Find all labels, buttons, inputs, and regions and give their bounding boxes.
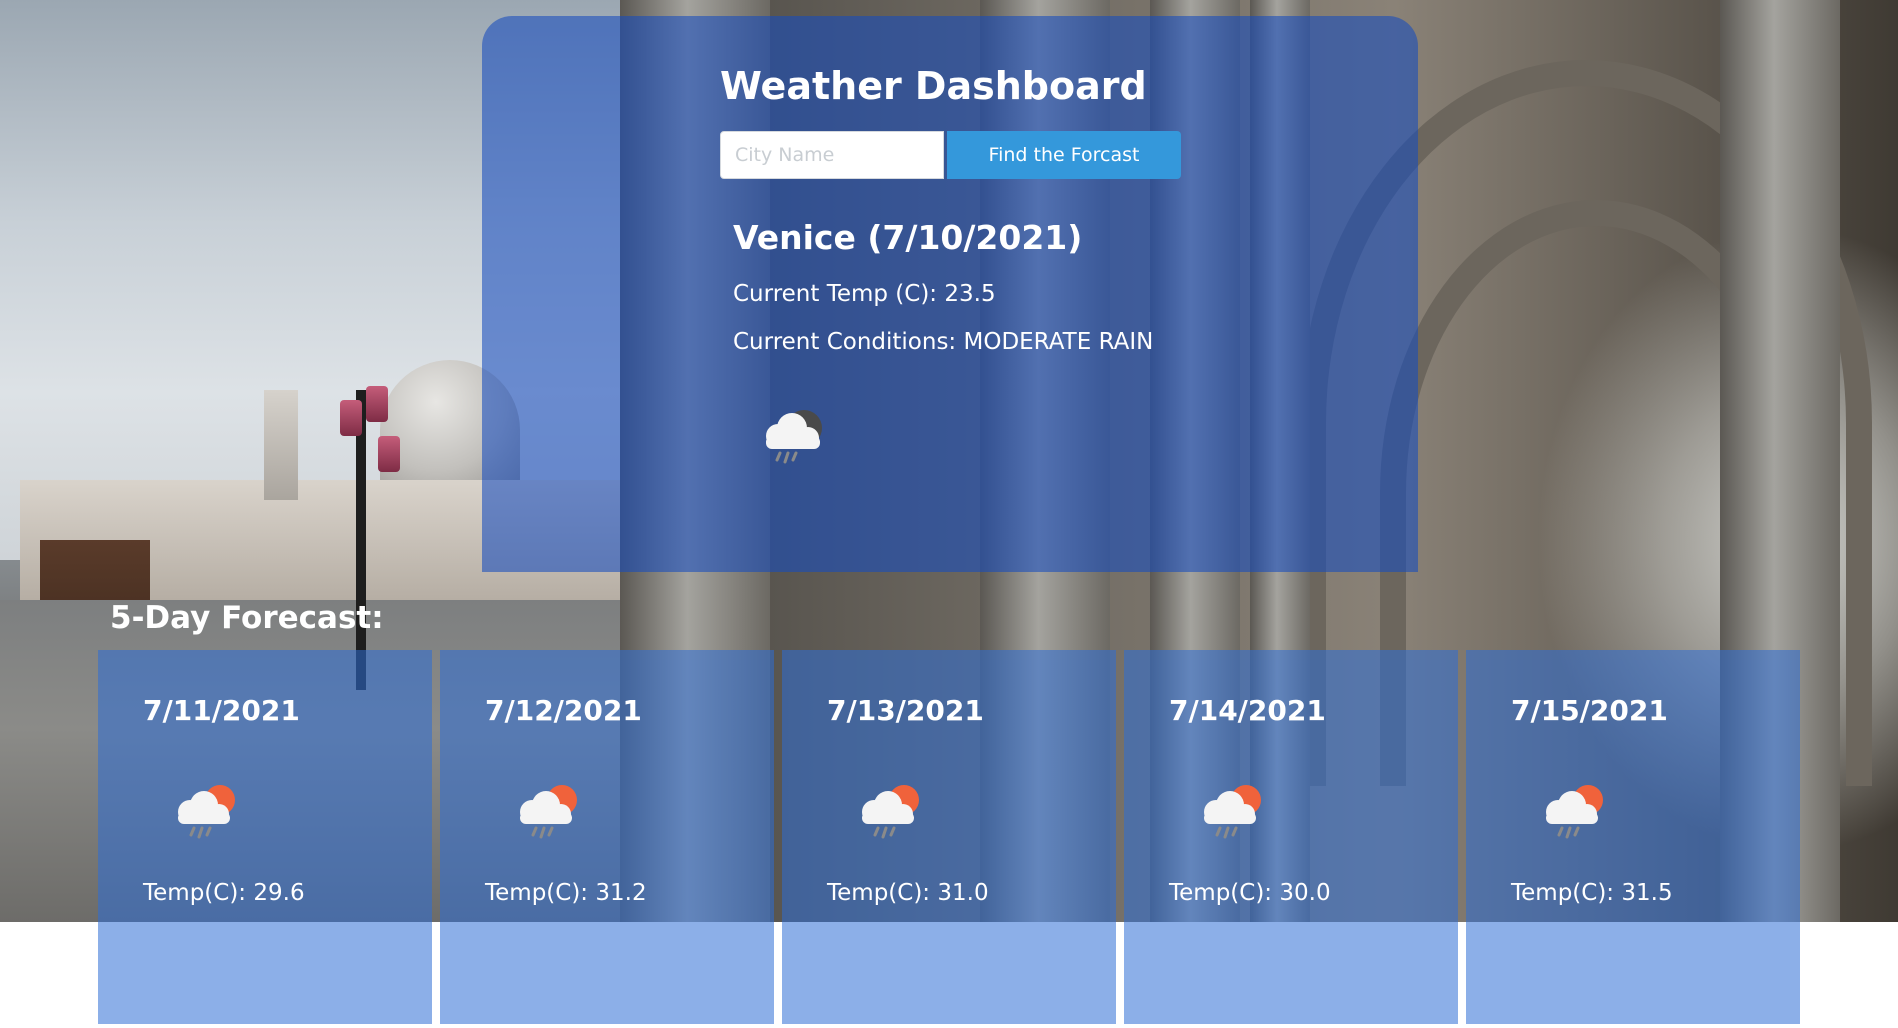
current-temp: Current Temp (C): 23.5	[733, 281, 996, 307]
forecast-temp: Temp(C): 31.0	[827, 880, 989, 906]
forecast-date: 7/11/2021	[143, 694, 300, 727]
forecast-temp: Temp(C): 31.5	[1511, 880, 1673, 906]
forecast-title: 5-Day Forecast:	[110, 600, 384, 636]
sun-cloud-rain-icon	[1196, 778, 1268, 844]
find-forecast-button[interactable]: Find the Forcast	[947, 131, 1181, 179]
forecast-card-day-4: 7/14/2021 Temp(C): 30.0	[1124, 650, 1458, 1024]
sun-cloud-rain-icon	[854, 778, 926, 844]
forecast-card-day-2: 7/12/2021 Temp(C): 31.2	[440, 650, 774, 1024]
forecast-date: 7/14/2021	[1169, 694, 1326, 727]
rain-cloud-night-icon	[756, 404, 830, 470]
forecast-card-day-1: 7/11/2021 Temp(C): 29.6	[98, 650, 432, 1024]
forecast-card-day-3: 7/13/2021 Temp(C): 31.0	[782, 650, 1116, 1024]
forecast-temp: Temp(C): 29.6	[143, 880, 305, 906]
current-conditions: Current Conditions: MODERATE RAIN	[733, 329, 1154, 355]
sun-cloud-rain-icon	[170, 778, 242, 844]
forecast-card-day-5: 7/15/2021 Temp(C): 31.5	[1466, 650, 1800, 1024]
sun-cloud-rain-icon	[512, 778, 584, 844]
sun-cloud-rain-icon	[1538, 778, 1610, 844]
page-title: Weather Dashboard	[720, 64, 1147, 108]
city-search-input[interactable]	[720, 131, 944, 179]
forecast-temp: Temp(C): 30.0	[1169, 880, 1331, 906]
forecast-date: 7/15/2021	[1511, 694, 1668, 727]
current-city-heading: Venice (7/10/2021)	[733, 218, 1083, 257]
forecast-temp: Temp(C): 31.2	[485, 880, 647, 906]
forecast-date: 7/13/2021	[827, 694, 984, 727]
forecast-date: 7/12/2021	[485, 694, 642, 727]
